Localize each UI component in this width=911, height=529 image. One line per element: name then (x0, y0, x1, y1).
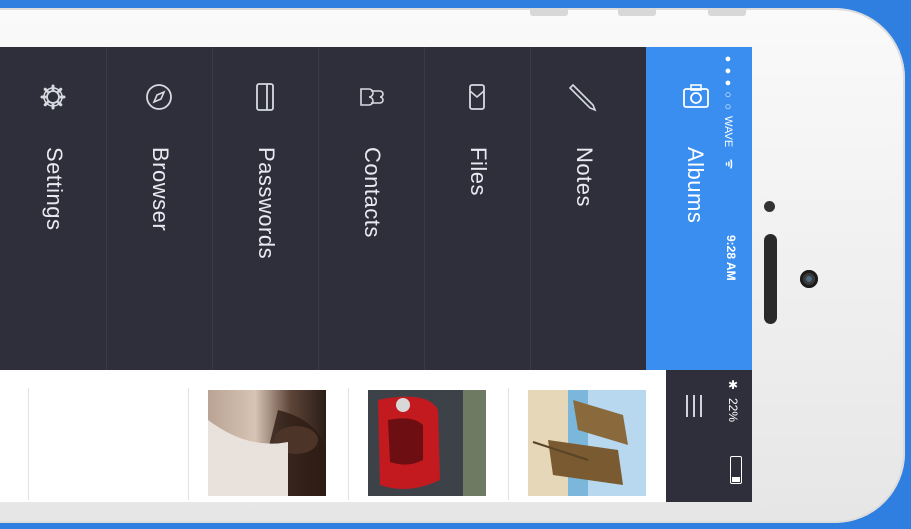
phone-screen: Settings Browser Passwords Contacts File… (0, 47, 752, 502)
wifi-icon: ᯤ (723, 159, 735, 170)
battery-percent: 22% (726, 398, 740, 423)
hamburger-icon[interactable] (686, 395, 704, 417)
status-bar: ●●●○○ WAVE ᯤ 9:28 AM (710, 47, 752, 370)
photo-red-car[interactable] (368, 390, 486, 496)
pen-icon (568, 83, 597, 112)
folder-icon (469, 84, 485, 110)
menu-item-browser[interactable]: Browser (106, 47, 213, 370)
photo-gallery (0, 370, 666, 502)
gear-icon (40, 84, 66, 110)
menu-item-files[interactable]: Files (424, 47, 531, 370)
side-menu: Settings Browser Passwords Contacts File… (0, 47, 646, 370)
photo-woman[interactable] (208, 390, 326, 496)
volume-button (618, 8, 656, 16)
camera-icon (683, 84, 709, 108)
menu-item-label: Settings (42, 147, 67, 231)
menu-item-label: Notes (572, 147, 597, 207)
earpiece-speaker (764, 234, 777, 324)
volume-button (530, 8, 568, 16)
bluetooth-icon: ✱ (726, 378, 740, 392)
divider (508, 388, 509, 500)
contacts-icon (360, 88, 384, 106)
menu-item-label: Files (466, 147, 491, 196)
photo-beach-umbrellas[interactable] (528, 390, 646, 496)
menu-item-contacts[interactable]: Contacts (318, 47, 425, 370)
divider (188, 388, 189, 500)
menu-item-label: Browser (148, 147, 173, 232)
bottom-bar: ✱ 22% (666, 370, 752, 502)
compass-icon (146, 84, 172, 110)
battery-icon (730, 456, 742, 484)
front-camera (800, 270, 818, 288)
divider (348, 388, 349, 500)
carrier-signal: ●●●○○ WAVE (722, 53, 734, 148)
power-button (708, 8, 746, 16)
menu-item-notes[interactable]: Notes (530, 47, 636, 370)
proximity-sensor (764, 201, 775, 212)
menu-item-passwords[interactable]: Passwords (212, 47, 319, 370)
menu-item-label: Contacts (360, 147, 385, 238)
menu-item-label: Albums (683, 147, 708, 224)
card-icon (256, 83, 274, 111)
menu-item-label: Passwords (254, 147, 279, 260)
divider (28, 388, 29, 500)
menu-item-settings[interactable]: Settings (0, 47, 107, 370)
status-time: 9:28 AM (724, 235, 738, 281)
